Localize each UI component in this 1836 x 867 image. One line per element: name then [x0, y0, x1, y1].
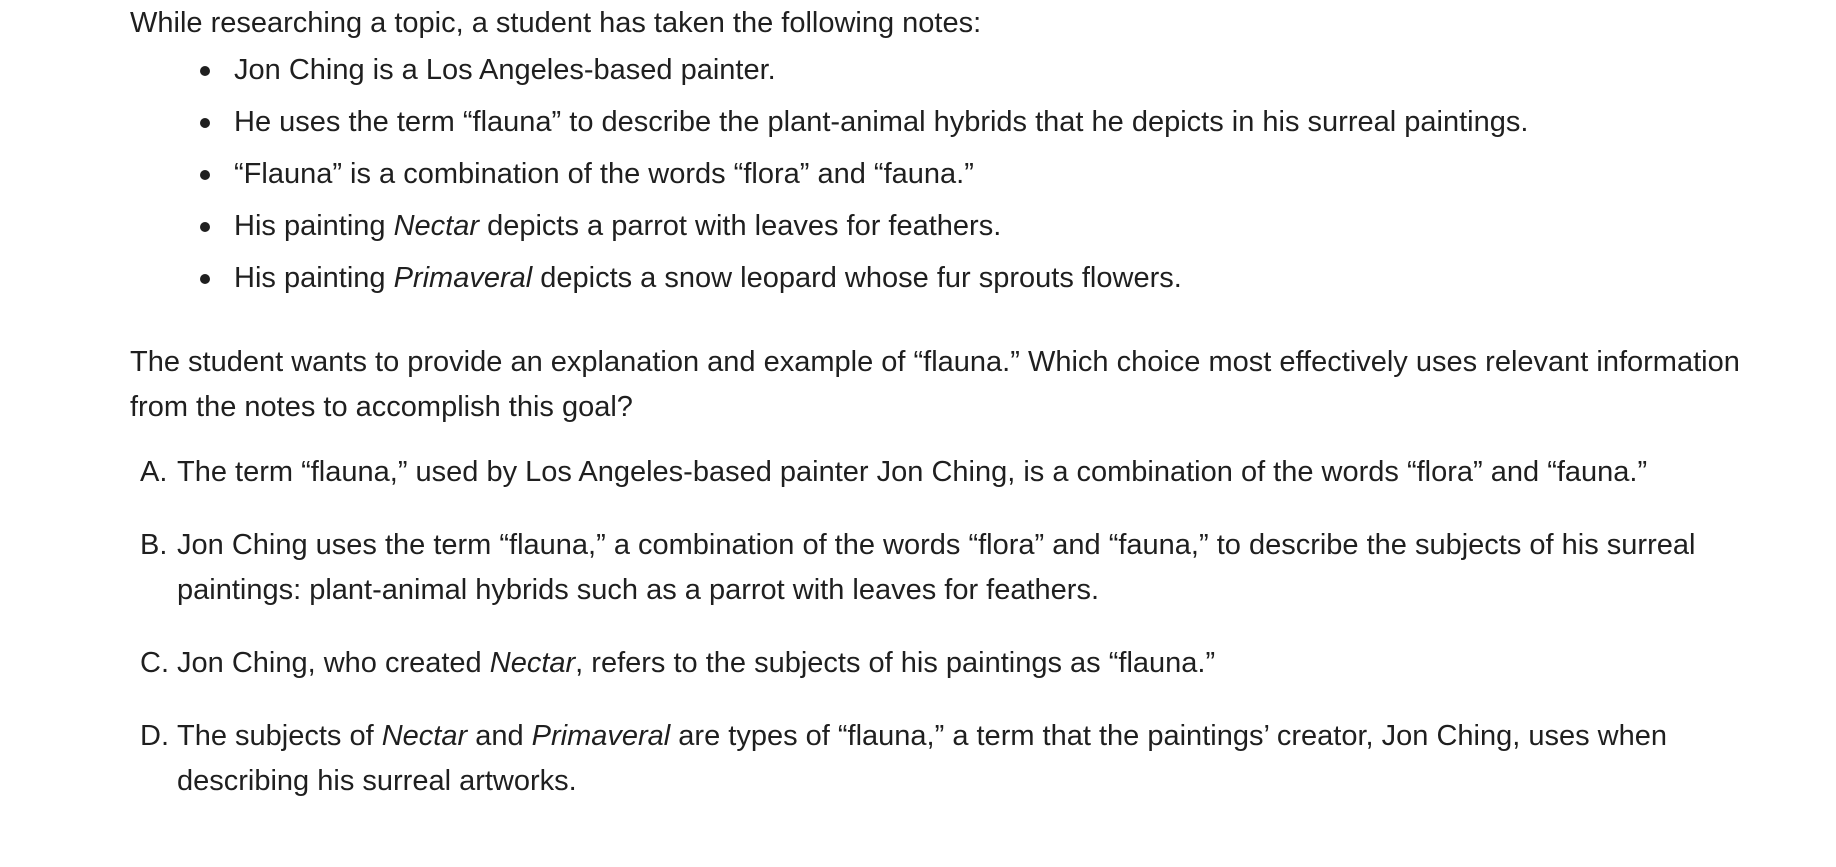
option-d[interactable]: D. The subjects of Nectar and Primaveral…	[130, 714, 1750, 804]
bullet-icon	[200, 170, 210, 180]
bullet-icon	[200, 118, 210, 128]
note-text-segment: depicts a parrot with leaves for feather…	[479, 210, 1002, 242]
painting-title: Nectar	[489, 647, 576, 679]
option-text: The term “flauna,” used by Los Angeles-b…	[177, 450, 1750, 495]
note-item: “Flauna” is a combination of the words “…	[130, 152, 1528, 204]
option-text-segment: Jon Ching uses the term “flauna,” a comb…	[177, 529, 1696, 606]
option-text-segment: The subjects of	[177, 720, 382, 752]
painting-title: Nectar	[381, 720, 468, 752]
note-text: His painting Primaveral depicts a snow l…	[234, 262, 1182, 294]
option-letter: C.	[140, 647, 169, 679]
note-text-segment: depicts a snow leopard whose fur sprouts…	[532, 262, 1182, 294]
question-prompt: The student wants to provide an explanat…	[130, 346, 1740, 423]
note-text: Jon Ching is a Los Angeles-based painter…	[234, 54, 776, 86]
note-item: Jon Ching is a Los Angeles-based painter…	[130, 48, 1528, 100]
painting-title: Nectar	[393, 210, 480, 242]
option-text: Jon Ching uses the term “flauna,” a comb…	[177, 523, 1750, 613]
bullet-icon	[200, 274, 210, 284]
note-item: His painting Nectar depicts a parrot wit…	[130, 204, 1528, 256]
option-text: Jon Ching, who created Nectar, refers to…	[177, 641, 1750, 686]
bullet-icon	[200, 66, 210, 76]
option-text-segment: , refers to the subjects of his painting…	[575, 647, 1216, 679]
note-text-segment: His painting	[234, 210, 394, 242]
option-text: The subjects of Nectar and Primaveral ar…	[177, 714, 1750, 804]
answer-options: A. The term “flauna,” used by Los Angele…	[130, 450, 1750, 832]
option-b[interactable]: B. Jon Ching uses the term “flauna,” a c…	[130, 523, 1750, 613]
option-text-segment: The term “flauna,” used by Los Angeles-b…	[177, 456, 1648, 488]
note-item: His painting Primaveral depicts a snow l…	[130, 256, 1528, 308]
option-letter: A.	[140, 456, 168, 488]
note-text: His painting Nectar depicts a parrot wit…	[234, 210, 1001, 242]
note-text-segment: His painting	[234, 262, 394, 294]
intro-text: While researching a topic, a student has…	[130, 7, 982, 39]
note-item: He uses the term “flauna” to describe th…	[130, 100, 1528, 152]
notes-list: Jon Ching is a Los Angeles-based painter…	[130, 48, 1528, 308]
note-text: “Flauna” is a combination of the words “…	[234, 158, 974, 190]
option-a[interactable]: A. The term “flauna,” used by Los Angele…	[130, 450, 1750, 495]
option-c[interactable]: C. Jon Ching, who created Nectar, refers…	[130, 641, 1750, 686]
option-letter: D.	[140, 720, 169, 752]
option-text-segment: and	[467, 720, 532, 752]
option-text-segment: Jon Ching, who created	[177, 647, 490, 679]
option-letter: B.	[140, 529, 168, 561]
painting-title: Primaveral	[393, 262, 533, 294]
bullet-icon	[200, 222, 210, 232]
note-text: He uses the term “flauna” to describe th…	[234, 106, 1529, 138]
painting-title: Primaveral	[531, 720, 671, 752]
